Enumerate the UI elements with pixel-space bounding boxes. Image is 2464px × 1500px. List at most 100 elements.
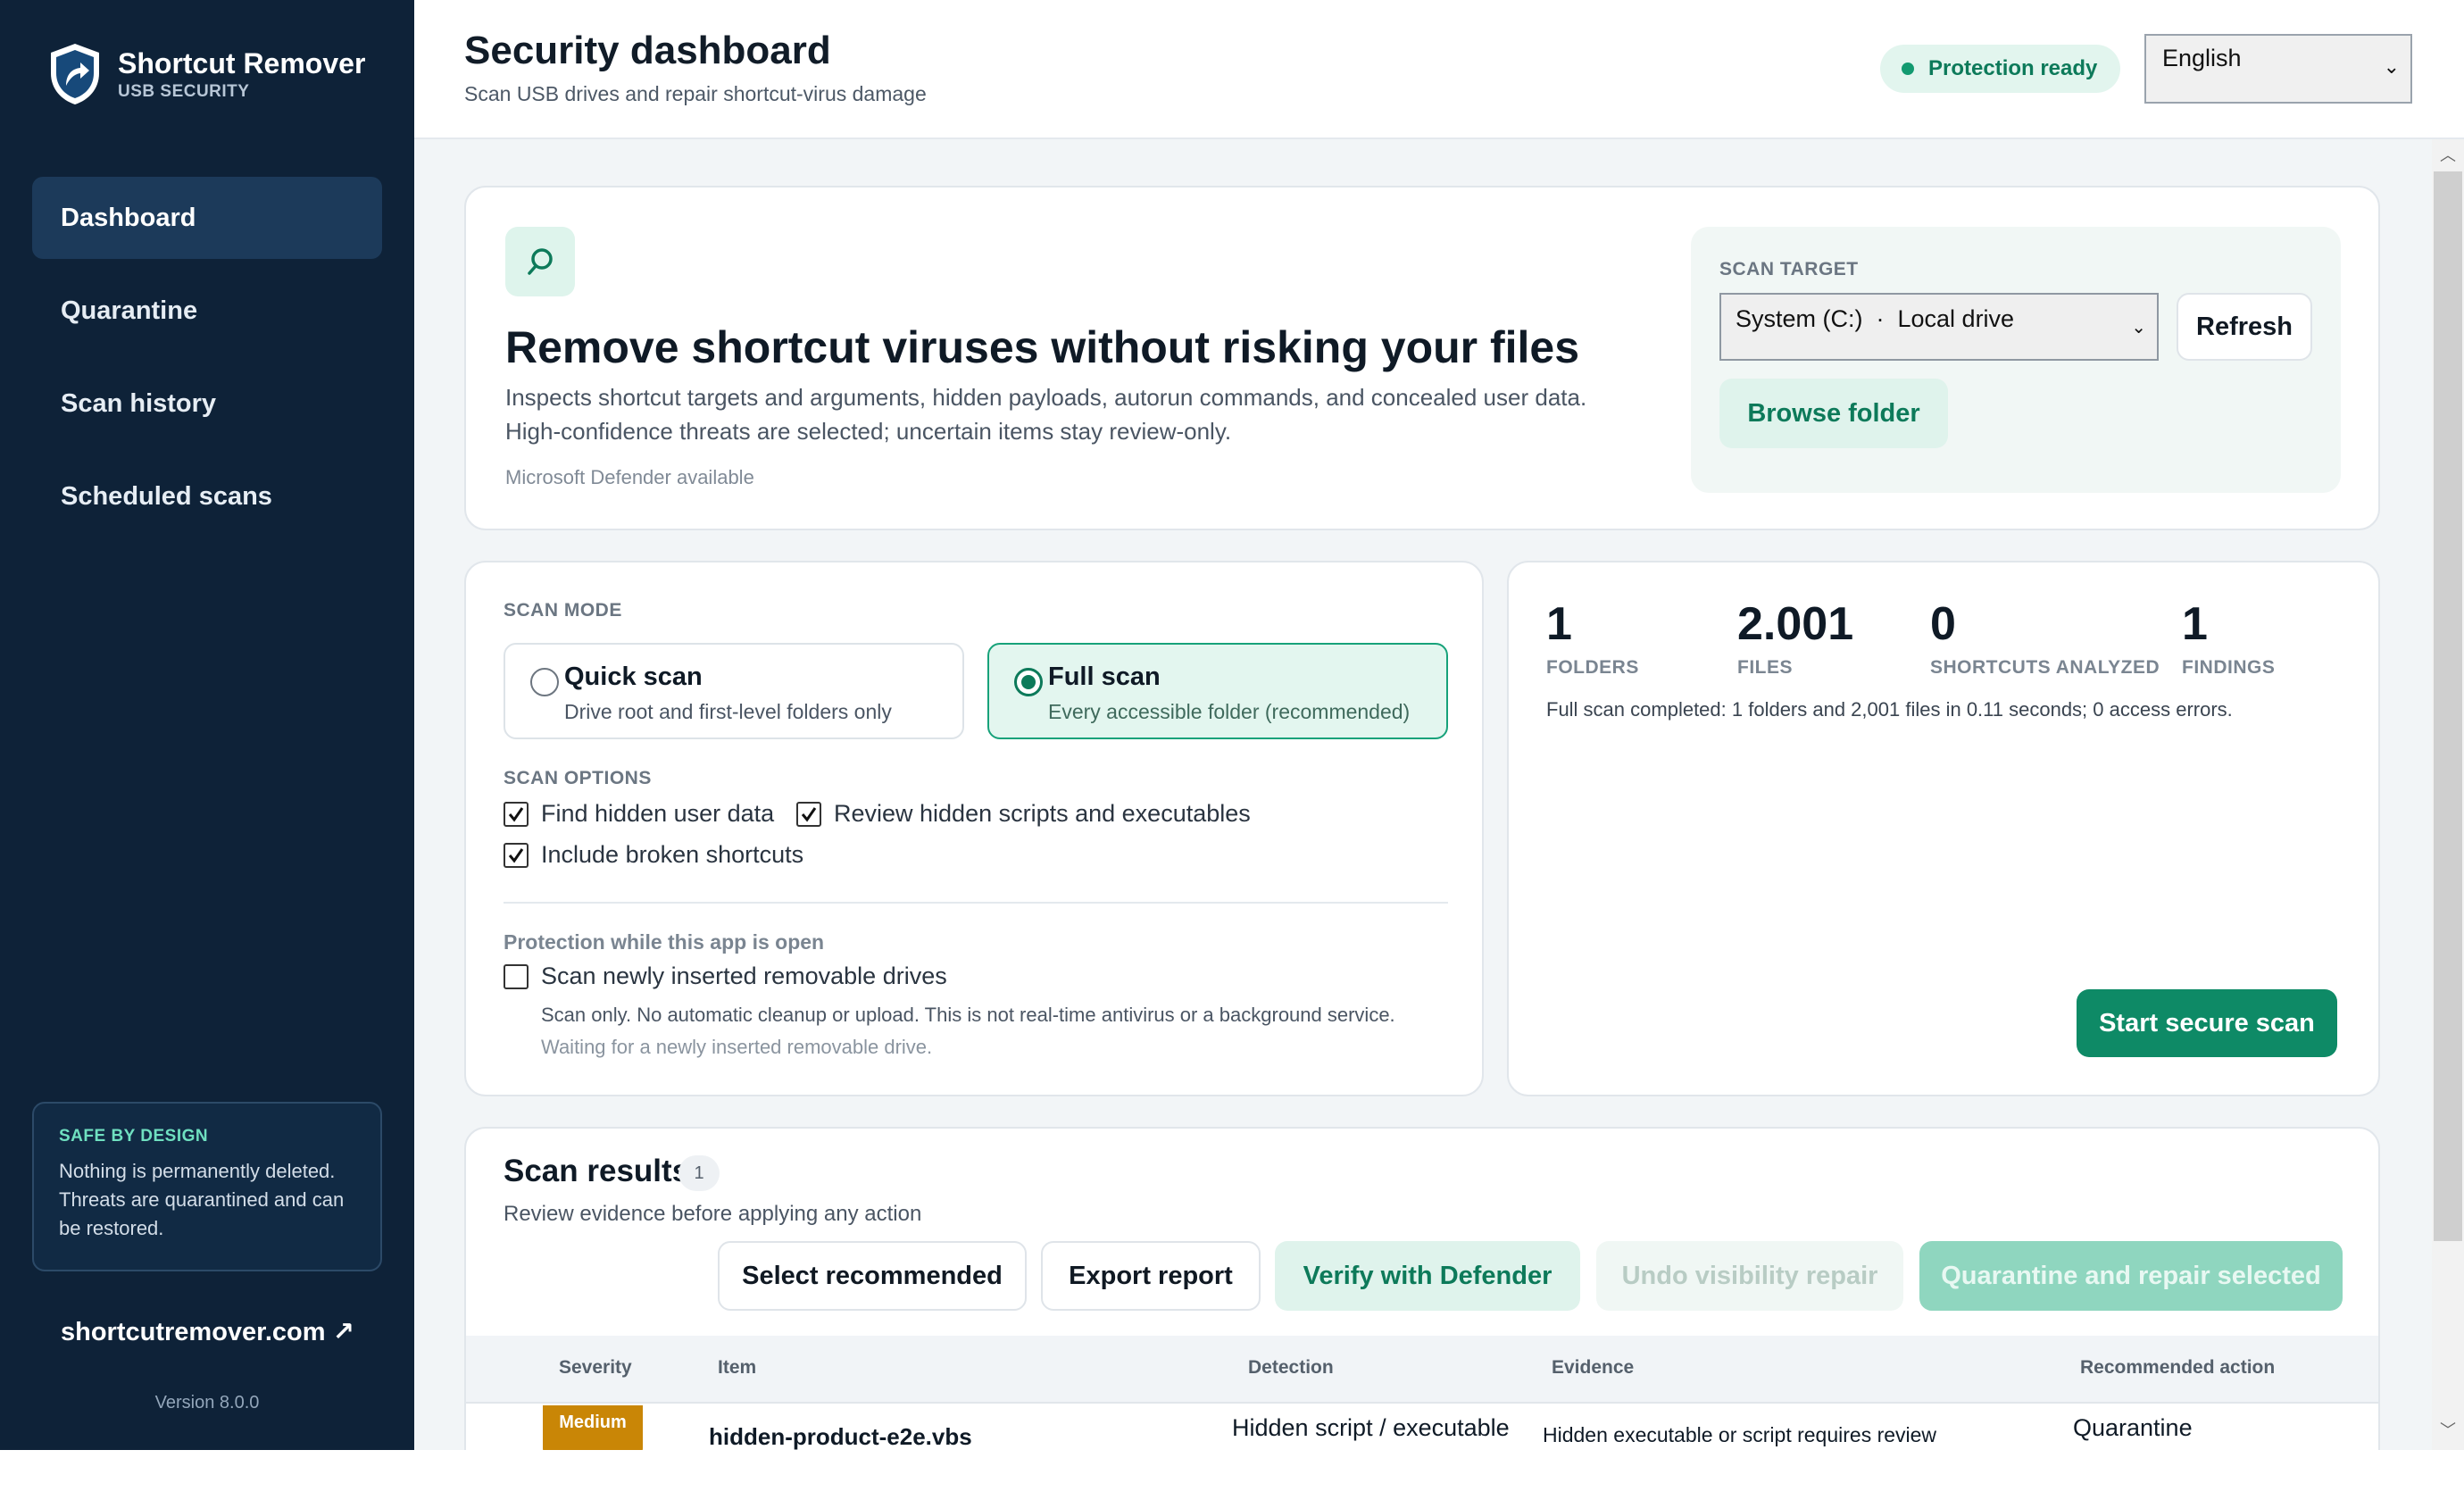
start-secure-scan-button[interactable]: Start secure scan [2077, 989, 2337, 1057]
shield-logo-icon [51, 44, 99, 104]
undo-visibility-repair-button[interactable]: Undo visibility repair [1596, 1241, 1903, 1311]
status-badge: Protection ready [1880, 45, 2121, 93]
stat-value: 0 [1930, 598, 1956, 650]
detection-type: Hidden script / executable [1232, 1414, 1510, 1441]
stat-shortcuts-analyzed: 0 SHORTCUTS ANALYZED [1930, 596, 2160, 679]
safe-box-title: SAFE BY DESIGN [59, 1127, 209, 1146]
option-scan-removable-drives[interactable]: Scan newly inserted removable drives [504, 962, 947, 990]
scrollbar-thumb[interactable] [2434, 171, 2462, 1241]
evidence-text: Hidden executable or script requires rev… [1543, 1423, 1937, 1446]
safe-by-design-box: SAFE BY DESIGN Nothing is permanently de… [32, 1102, 382, 1271]
website-link[interactable]: shortcutremover.com ↗ [61, 1316, 354, 1347]
scan-target-panel: SCAN TARGET System (C:) · Local drive ⌄ … [1691, 227, 2341, 493]
browse-folder-button[interactable]: Browse folder [1719, 379, 1948, 448]
column-header-evidence[interactable]: Evidence [1552, 1357, 1634, 1379]
stat-value: 1 [2182, 598, 2208, 650]
protection-status: Waiting for a newly inserted removable d… [541, 1036, 933, 1058]
sidebar-item-quarantine[interactable]: Quarantine [32, 270, 382, 352]
sidebar-item-scan-history[interactable]: Scan history [32, 362, 382, 445]
safe-box-text: Nothing is permanently deleted. Threats … [59, 1160, 345, 1239]
option-label: Include broken shortcuts [541, 841, 804, 868]
full-scan-option[interactable]: Full scan Every accessible folder (recom… [987, 643, 1448, 739]
divider [504, 902, 1448, 904]
vertical-scrollbar[interactable]: ︿ ﹀ [2432, 139, 2464, 1450]
hero-description-line-2: High-confidence threats are selected; un… [505, 418, 1232, 445]
language-select[interactable]: English ⌄ [2144, 34, 2412, 104]
scan-stats-card: 1 FOLDERS 2.001 FILES 0 SHORTCUTS ANALYZ… [1507, 561, 2380, 1096]
page-header: Security dashboard Scan USB drives and r… [414, 0, 2464, 139]
scroll-down-arrow-icon[interactable]: ﹀ [2432, 1418, 2464, 1441]
scan-target-label: SCAN TARGET [1719, 259, 1859, 279]
scan-mode-label: SCAN MODE [504, 600, 622, 621]
select-recommended-button[interactable]: Select recommended [718, 1241, 1027, 1311]
protection-title: Protection while this app is open [504, 930, 825, 954]
version-label: Version 8.0.0 [154, 1393, 260, 1412]
window-bottom-edge [0, 1450, 2464, 1500]
checkbox-unchecked-icon[interactable] [504, 963, 529, 989]
scan-results-card: Scan results 1 Review evidence before ap… [464, 1127, 2380, 1450]
checkbox-checked-icon[interactable] [796, 801, 821, 827]
full-scan-radio[interactable] [1014, 668, 1043, 696]
protection-note: Scan only. No automatic cleanup or uploa… [541, 1004, 1395, 1026]
search-icon [505, 227, 575, 296]
status-dot-icon [1902, 62, 1914, 75]
stat-value: 1 [1546, 598, 1572, 650]
main-content: Remove shortcut viruses without risking … [414, 139, 2432, 1450]
stat-label: FINDINGS [2182, 657, 2276, 678]
item-name: hidden-product-e2e.vbs [709, 1423, 972, 1450]
hero-description-line-1: Inspects shortcut targets and arguments,… [505, 384, 1587, 411]
scan-mode-card: SCAN MODE Quick scan Drive root and firs… [464, 561, 1484, 1096]
chevron-down-icon: ⌄ [2131, 318, 2146, 338]
table-row[interactable]: Medium hidden-product-e2e.vbs Hidden scr… [466, 1404, 2378, 1450]
page-title: Security dashboard [464, 29, 831, 72]
sidebar-nav: Dashboard Quarantine Scan history Schedu… [32, 177, 382, 548]
full-scan-desc: Every accessible folder (recommended) [1048, 700, 1411, 723]
option-label: Find hidden user data [541, 800, 775, 827]
stat-value: 2.001 [1737, 598, 1854, 650]
option-label: Review hidden scripts and executables [834, 800, 1251, 827]
option-include-broken-shortcuts[interactable]: Include broken shortcuts [504, 841, 803, 869]
scan-summary: Full scan completed: 1 folders and 2,001… [1546, 698, 2233, 721]
option-find-hidden-user-data[interactable]: Find hidden user data [504, 800, 774, 828]
chevron-down-icon: ⌄ [2383, 55, 2400, 78]
scan-target-value: System (C:) · Local drive [1736, 305, 2015, 332]
scroll-up-arrow-icon[interactable]: ︿ [2432, 143, 2464, 166]
brand: Shortcut Remover USB SECURITY [46, 41, 365, 107]
defender-availability-note: Microsoft Defender available [505, 466, 754, 488]
language-value: English [2162, 45, 2242, 71]
verify-with-defender-button[interactable]: Verify with Defender [1275, 1241, 1580, 1311]
scan-options-label: SCAN OPTIONS [504, 768, 652, 788]
results-table-header: Severity Item Detection Evidence Recomme… [466, 1336, 2378, 1404]
option-review-hidden-scripts[interactable]: Review hidden scripts and executables [796, 800, 1251, 828]
stat-label: FILES [1737, 657, 1794, 678]
sidebar-item-dashboard[interactable]: Dashboard [32, 177, 382, 259]
full-scan-title: Full scan [1048, 662, 1161, 691]
column-header-severity[interactable]: Severity [559, 1357, 632, 1379]
stat-label: SHORTCUTS ANALYZED [1930, 657, 2160, 678]
export-report-button[interactable]: Export report [1041, 1241, 1261, 1311]
hero-description: Inspects shortcut targets and arguments,… [505, 380, 1630, 448]
sidebar-item-scheduled-scans[interactable]: Scheduled scans [32, 455, 382, 538]
results-title: Scan results [504, 1154, 690, 1188]
status-text: Protection ready [1928, 56, 2098, 80]
checkbox-checked-icon[interactable] [504, 842, 529, 868]
quick-scan-title: Quick scan [564, 662, 703, 691]
stat-files: 2.001 FILES [1737, 596, 1853, 679]
quick-scan-desc: Drive root and first-level folders only [564, 700, 892, 723]
column-header-detection[interactable]: Detection [1248, 1357, 1334, 1379]
app-title: Shortcut Remover [118, 47, 366, 79]
column-header-recommended-action[interactable]: Recommended action [2080, 1357, 2275, 1379]
severity-badge: Medium [543, 1405, 643, 1450]
hero-title: Remove shortcut viruses without risking … [505, 322, 1580, 372]
quick-scan-option[interactable]: Quick scan Drive root and first-level fo… [504, 643, 964, 739]
option-label: Scan newly inserted removable drives [541, 962, 947, 989]
stat-findings: 1 FINDINGS [2182, 596, 2275, 679]
scan-target-select[interactable]: System (C:) · Local drive ⌄ [1719, 293, 2159, 361]
refresh-button[interactable]: Refresh [2177, 293, 2312, 361]
page-subtitle: Scan USB drives and repair shortcut-viru… [464, 82, 927, 105]
quarantine-and-repair-button[interactable]: Quarantine and repair selected [1919, 1241, 2343, 1311]
column-header-item[interactable]: Item [718, 1357, 756, 1379]
app-subtitle: USB SECURITY [118, 82, 250, 101]
quick-scan-radio[interactable] [530, 668, 559, 696]
checkbox-checked-icon[interactable] [504, 801, 529, 827]
